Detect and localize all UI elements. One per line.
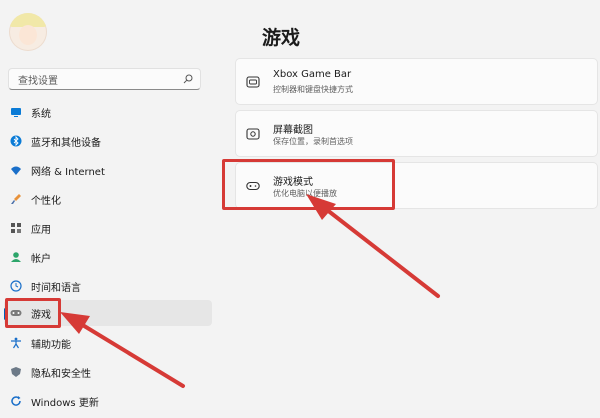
card-title: 屏幕截图 xyxy=(273,125,313,136)
highlight-box-gaming xyxy=(5,298,61,328)
card-title: Xbox Game Bar xyxy=(273,69,352,80)
sidebar-item-privacy[interactable]: 隐私和安全性 xyxy=(4,359,212,385)
sidebar-item-accounts[interactable]: 帐户 xyxy=(4,244,212,270)
brush-icon xyxy=(11,194,21,204)
card-subtitle: 保存位置，录制首选项 xyxy=(273,137,353,146)
card-captures[interactable]: 屏幕截图 保存位置，录制首选项 xyxy=(235,110,598,157)
sidebar-item-windows-update[interactable]: Windows 更新 xyxy=(4,388,212,414)
sidebar-item-label: 蓝牙和其他设备 xyxy=(31,138,101,149)
sidebar: 查找设置 系统 蓝牙和其他设备 网络 & Internet 个性化 应用 帐户 … xyxy=(0,0,222,418)
accessibility-icon xyxy=(11,337,21,349)
search-placeholder: 查找设置 xyxy=(18,76,58,87)
account-icon xyxy=(11,252,21,262)
sidebar-item-personalization[interactable]: 个性化 xyxy=(4,186,212,212)
sidebar-item-label: Windows 更新 xyxy=(31,398,99,409)
globe-clock-icon xyxy=(10,280,22,292)
search-input[interactable]: 查找设置 xyxy=(8,68,201,90)
avatar-face xyxy=(19,25,37,45)
sidebar-item-label: 隐私和安全性 xyxy=(31,369,91,380)
sidebar-item-network[interactable]: 网络 & Internet xyxy=(4,157,212,183)
page-title: 游戏 xyxy=(262,27,301,49)
sidebar-item-bluetooth[interactable]: 蓝牙和其他设备 xyxy=(4,128,212,154)
sidebar-item-label: 应用 xyxy=(31,225,51,236)
monitor-icon xyxy=(11,108,21,117)
sidebar-item-system[interactable]: 系统 xyxy=(4,99,212,125)
sidebar-item-label: 系统 xyxy=(31,109,51,120)
search-icon xyxy=(183,74,193,84)
shield-icon xyxy=(11,367,21,377)
sidebar-item-accessibility[interactable]: 辅助功能 xyxy=(4,330,212,356)
wifi-icon xyxy=(11,166,21,175)
xbox-game-bar-icon xyxy=(246,76,260,88)
sidebar-item-label: 辅助功能 xyxy=(31,340,71,351)
sidebar-item-apps[interactable]: 应用 xyxy=(4,215,212,241)
sidebar-item-time-language[interactable]: 时间和语言 xyxy=(4,273,212,299)
sidebar-item-label: 个性化 xyxy=(31,196,61,207)
sidebar-item-label: 时间和语言 xyxy=(31,283,81,294)
card-subtitle: 控制器和键盘快捷方式 xyxy=(273,85,353,94)
sidebar-item-label: 帐户 xyxy=(31,254,51,265)
card-xbox-game-bar[interactable]: Xbox Game Bar 控制器和键盘快捷方式 xyxy=(235,58,598,105)
sidebar-item-label: 网络 & Internet xyxy=(31,167,105,178)
user-avatar-icon[interactable] xyxy=(9,13,47,51)
update-icon xyxy=(11,396,21,406)
highlight-box-game-mode xyxy=(222,159,395,210)
capture-icon xyxy=(246,128,260,140)
apps-icon xyxy=(11,223,21,233)
bluetooth-icon xyxy=(10,135,22,147)
